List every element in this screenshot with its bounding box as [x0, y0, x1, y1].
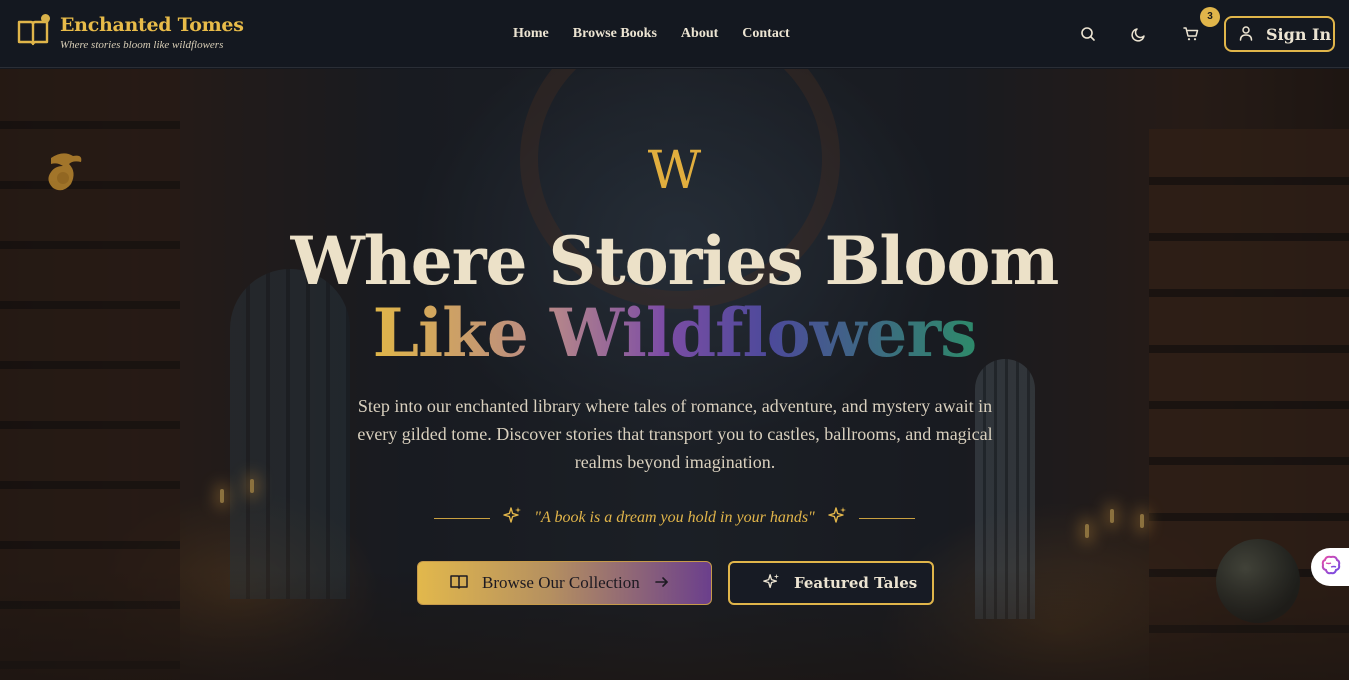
book-icon — [450, 574, 468, 593]
featured-tales-button[interactable]: Featured Tales — [728, 561, 934, 605]
brand[interactable]: Enchanted Tomes Where stories bloom like… — [16, 12, 244, 52]
featured-tales-label: Featured Tales — [794, 574, 918, 592]
browse-collection-button[interactable]: Browse Our Collection — [417, 561, 712, 605]
search-icon[interactable] — [1078, 24, 1098, 44]
cart-count-badge: 3 — [1200, 7, 1220, 27]
hero-title-line1: Where Stories Bloom — [290, 222, 1060, 300]
nav-about[interactable]: About — [681, 24, 718, 44]
sparkle-icon — [502, 506, 522, 530]
hero-title-line2: Like Wildflowers — [0, 297, 1349, 369]
brand-dot — [41, 14, 50, 23]
assistant-widget-button[interactable] — [1311, 548, 1349, 586]
nav-contact[interactable]: Contact — [742, 24, 789, 44]
brand-tagline: Where stories bloom like wildflowers — [60, 39, 224, 51]
hero-title-line2-text: Like Wildflowers — [372, 294, 978, 372]
brand-title: Enchanted Tomes — [60, 14, 244, 36]
moon-icon[interactable] — [1129, 24, 1149, 44]
nav-browse-books[interactable]: Browse Books — [573, 24, 657, 44]
cart-icon[interactable] — [1181, 24, 1201, 44]
browse-collection-label: Browse Our Collection — [482, 573, 640, 592]
hero-quote: "A book is a dream you hold in your hand… — [534, 509, 815, 526]
quote-divider-left — [434, 517, 491, 519]
top-header: Enchanted Tomes Where stories bloom like… — [0, 0, 1349, 68]
main-nav: Home Browse Books About Contact — [513, 24, 790, 44]
sparkle-icon — [762, 573, 780, 594]
sign-in-button[interactable]: Sign In — [1224, 16, 1335, 52]
sign-in-label: Sign In — [1266, 24, 1332, 44]
arrow-right-icon — [654, 574, 670, 593]
user-icon — [1238, 25, 1254, 44]
book-open-icon — [16, 14, 50, 48]
hero-monogram: W — [647, 141, 702, 201]
nav-home[interactable]: Home — [513, 24, 549, 44]
brain-icon — [1320, 554, 1342, 580]
quote-row: "A book is a dream you hold in your hand… — [0, 506, 1349, 530]
sparkle-icon — [827, 506, 847, 530]
hero-description: Step into our enchanted library where ta… — [357, 396, 993, 472]
quote-divider-right — [858, 517, 915, 519]
